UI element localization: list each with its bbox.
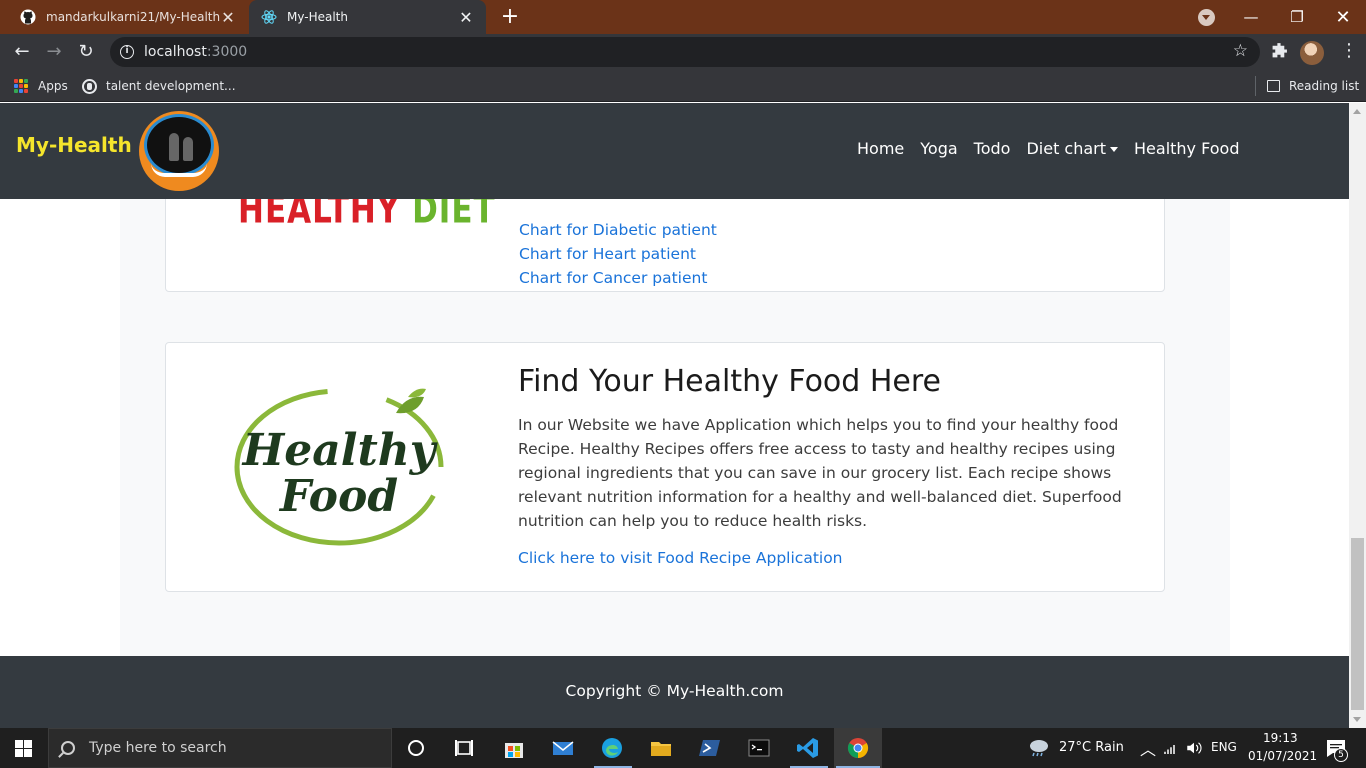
copyright-text: Copyright © My-Health.com (565, 682, 784, 700)
globe-icon (82, 78, 97, 94)
clock-date[interactable]: 01/07/2021 (1248, 749, 1317, 763)
windows-start-icon[interactable] (15, 740, 32, 757)
tab-title: My-Health (287, 10, 348, 24)
heart-chart-link[interactable]: Chart for Heart patient (519, 245, 696, 263)
network-icon[interactable] (1162, 736, 1180, 760)
back-arrow-icon[interactable]: ← (10, 40, 34, 64)
tab-my-health[interactable]: My-Health ✕ (249, 0, 486, 34)
tab-search-icon[interactable] (1198, 9, 1215, 26)
nav-yoga[interactable]: Yoga (912, 139, 965, 158)
address-bar[interactable]: i localhost:3000 ☆ (110, 37, 1260, 67)
browser-toolbar: ← → ↻ i localhost:3000 ☆ ⋮ (0, 34, 1366, 70)
nav-diet-chart-dropdown[interactable]: Diet chart (1018, 139, 1126, 158)
edge-icon[interactable] (600, 736, 624, 760)
scroll-up-arrow-icon[interactable] (1353, 109, 1361, 114)
task-view-icon[interactable] (452, 736, 476, 760)
terminal-icon[interactable] (747, 736, 771, 760)
profile-avatar[interactable] (1300, 41, 1324, 65)
main-nav: Home Yoga Todo Diet chart Healthy Food (849, 139, 1247, 158)
site-logo (139, 111, 219, 191)
weather-rain-icon[interactable] (1027, 736, 1051, 760)
food-card-description: In our Website we have Application which… (518, 416, 1122, 530)
reload-icon[interactable]: ↻ (74, 40, 98, 64)
volume-icon[interactable] (1185, 736, 1203, 760)
search-icon (61, 741, 75, 755)
scrollbar-thumb[interactable] (1351, 538, 1364, 710)
restore-button[interactable]: ❐ (1274, 0, 1320, 34)
reading-list-button[interactable]: Reading list (1267, 76, 1359, 96)
nav-healthy-food[interactable]: Healthy Food (1126, 139, 1247, 158)
taskbar-search-box[interactable]: Type here to search (48, 728, 392, 768)
apps-grid-icon (14, 79, 28, 93)
info-icon[interactable]: i (120, 45, 134, 59)
file-explorer-icon[interactable] (649, 736, 673, 760)
url-host: localhost (144, 44, 207, 60)
bookmarks-divider (1255, 76, 1256, 96)
chevron-up-icon[interactable]: ︿ (1140, 736, 1156, 760)
taskbar-search-placeholder: Type here to search (89, 740, 227, 756)
chevron-down-icon (1110, 147, 1119, 152)
reading-list-icon (1267, 80, 1280, 92)
vscode-icon[interactable] (796, 736, 820, 760)
tab-title: mandarkulkarni21/My-Health: W (46, 10, 220, 24)
food-recipe-link[interactable]: Click here to visit Food Recipe Applicat… (518, 549, 843, 567)
close-tab-icon[interactable]: ✕ (220, 8, 236, 27)
clock-time[interactable]: 19:13 (1263, 731, 1298, 745)
bookmark-talent-development[interactable]: talent development... (82, 76, 236, 96)
react-icon (261, 10, 277, 24)
tab-github[interactable]: mandarkulkarni21/My-Health: W ✕ (8, 0, 248, 34)
powershell-icon[interactable] (698, 736, 722, 760)
github-icon (20, 9, 36, 25)
cancer-chart-link[interactable]: Chart for Cancer patient (519, 269, 707, 287)
nav-todo[interactable]: Todo (966, 139, 1019, 158)
nav-diet-chart-label: Diet chart (1026, 139, 1107, 158)
bookmark-star-icon[interactable]: ☆ (1233, 41, 1248, 61)
page-viewport: HEALTHY DIET Chart for Diabetic patient … (0, 103, 1349, 728)
bookmark-label: Apps (38, 79, 68, 93)
diabetic-chart-link[interactable]: Chart for Diabetic patient (519, 221, 717, 239)
nav-home[interactable]: Home (849, 139, 912, 158)
site-brand[interactable]: My-Health (16, 133, 132, 157)
site-navbar: My-Health Home Yoga Todo Diet chart Heal… (0, 103, 1349, 199)
new-tab-button[interactable]: + (498, 4, 522, 30)
vertical-scrollbar[interactable] (1349, 103, 1366, 728)
bookmark-apps[interactable]: Apps (14, 76, 68, 96)
browser-tab-strip: mandarkulkarni21/My-Health: W ✕ My-Healt… (0, 0, 1366, 34)
cortana-icon[interactable] (404, 736, 428, 760)
menu-kebab-icon[interactable]: ⋮ (1340, 40, 1358, 61)
microsoft-store-icon[interactable] (502, 736, 526, 760)
extensions-puzzle-icon[interactable] (1271, 42, 1288, 59)
mail-icon[interactable] (551, 736, 575, 760)
chrome-icon[interactable] (846, 736, 870, 760)
close-window-button[interactable]: ✕ (1320, 0, 1366, 34)
weather-text[interactable]: 27°C Rain (1059, 740, 1124, 755)
svg-text:Healthy: Healthy (241, 425, 439, 476)
language-indicator[interactable]: ENG (1211, 740, 1237, 754)
healthy-food-card: Healthy Food Find Your Healthy Food Here… (165, 342, 1165, 592)
svg-text:Food: Food (278, 471, 398, 522)
minimize-button[interactable]: — (1228, 0, 1274, 34)
food-card-title: Find Your Healthy Food Here (518, 364, 942, 399)
url-port: :3000 (206, 44, 248, 60)
reading-list-label: Reading list (1289, 79, 1360, 93)
forward-arrow-icon[interactable]: → (42, 40, 66, 64)
bookmarks-bar: Apps talent development... Reading list (0, 70, 1366, 102)
notification-count-badge: 5 (1334, 748, 1348, 762)
scroll-down-arrow-icon[interactable] (1353, 717, 1361, 722)
close-tab-icon[interactable]: ✕ (458, 8, 474, 27)
bookmark-label: talent development... (106, 79, 236, 93)
healthy-food-logo: Healthy Food (234, 388, 444, 546)
windows-taskbar: Type here to search 27°C Rain ︿ ENG 19:1… (0, 728, 1366, 768)
site-footer: Copyright © My-Health.com (0, 656, 1349, 728)
